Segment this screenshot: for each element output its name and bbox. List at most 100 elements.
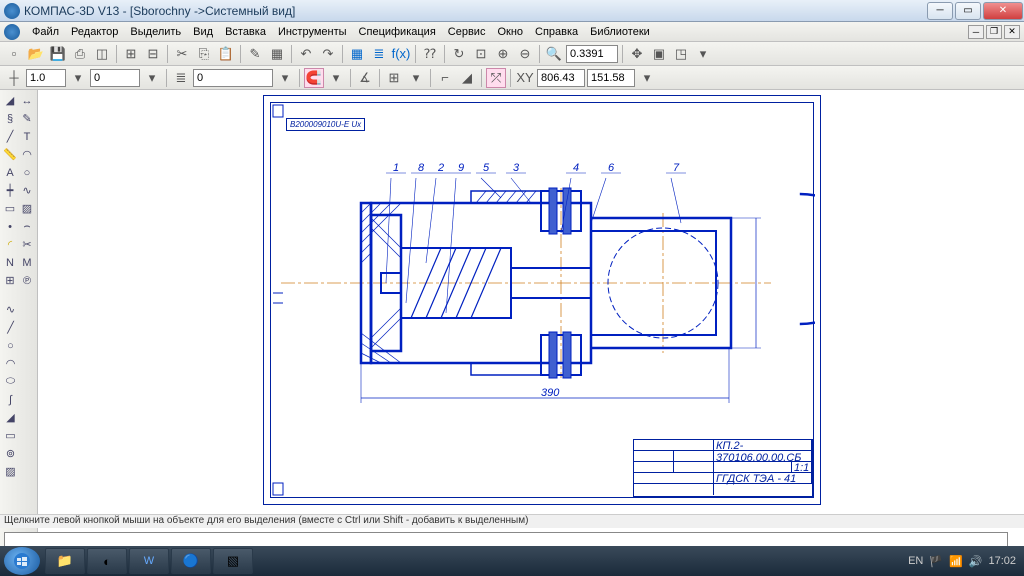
dropdown-icon[interactable]: ▾ [406,68,426,88]
dropdown-icon[interactable]: ▾ [326,68,346,88]
n-tool[interactable]: N [2,254,18,271]
tray-sound-icon[interactable]: 🔊 [969,555,983,568]
coord-y-input[interactable] [587,69,635,87]
arc2-tool[interactable]: ◠ [2,355,19,372]
library-tool[interactable]: ⊞ [2,272,18,289]
task-explorer[interactable]: 📁 [45,548,85,574]
preview-button[interactable]: ◫ [92,44,112,64]
menu-service[interactable]: Сервис [442,24,492,40]
local-cs-button[interactable]: ⤱ [486,68,506,88]
tray-clock[interactable]: 17:02 [988,555,1016,567]
param-tool[interactable]: ℗ [19,272,35,289]
rect2-tool[interactable]: ▭ [2,427,19,444]
task-app[interactable]: ▧ [213,548,253,574]
layer-icon[interactable]: ≣ [171,68,191,88]
chamfer-tool[interactable]: ◢ [2,409,19,426]
brush-button[interactable]: ✎ [245,44,265,64]
properties-button[interactable]: ▦ [267,44,287,64]
round-button[interactable]: ◢ [457,68,477,88]
minimize-button[interactable]: ─ [927,2,953,20]
lineweight-input[interactable] [26,69,66,87]
window-button[interactable]: ◳ [671,44,691,64]
refresh-icon[interactable]: ↻ [449,44,469,64]
angle-button[interactable]: ∡ [355,68,375,88]
segment-tool[interactable]: ╱ [2,319,19,336]
linetype-icon[interactable]: ┼ [4,68,24,88]
tray-network-icon[interactable]: 📶 [949,555,963,568]
menu-libs[interactable]: Библиотеки [584,24,656,40]
undo-button[interactable]: ↶ [296,44,316,64]
symbol-tool[interactable]: § [2,110,18,127]
help-pointer-button[interactable]: ⁇ [420,44,440,64]
print-button[interactable]: ⎙ [70,44,90,64]
measure-tool[interactable]: 📏 [2,146,18,163]
rect-tool[interactable]: ▭ [2,200,18,217]
grid-button[interactable]: ⊞ [384,68,404,88]
mdi-minimize-button[interactable]: ─ [968,25,984,39]
coord-x-input[interactable] [537,69,585,87]
mdi-restore-button[interactable]: ❐ [986,25,1002,39]
dim-tool[interactable]: ↔ [19,92,35,109]
a-tool[interactable]: A [2,164,18,181]
dropdown-icon[interactable]: ▾ [142,68,162,88]
menu-editor[interactable]: Редактор [65,24,124,40]
close-button[interactable]: ✕ [983,2,1023,20]
dropdown-icon[interactable]: ▾ [68,68,88,88]
dropdown-icon[interactable]: ▾ [693,44,713,64]
menu-file[interactable]: Файл [26,24,65,40]
contour-tool[interactable]: ▨ [2,463,19,480]
menu-select[interactable]: Выделить [124,24,187,40]
zoom-window-button[interactable]: ⊡ [471,44,491,64]
spline2-tool[interactable]: ∿ [2,301,19,318]
maximize-button[interactable]: ▭ [955,2,981,20]
line-tool[interactable]: ╱ [2,128,18,145]
zoom-button[interactable]: 🔍 [544,44,564,64]
zoom-out-button[interactable]: ⊖ [515,44,535,64]
menu-insert[interactable]: Вставка [219,24,272,40]
geometry-tool[interactable]: ◢ [2,92,18,109]
layers-button[interactable]: ≣ [369,44,389,64]
tray-lang[interactable]: EN [908,555,923,567]
save-button[interactable]: 💾 [48,44,68,64]
menu-tools[interactable]: Инструменты [272,24,353,40]
manager-button[interactable]: ⊞ [121,44,141,64]
hatch-tool[interactable]: ▨ [19,200,35,217]
layer-input[interactable] [193,69,273,87]
smooth-tool[interactable]: ⌢ [19,218,35,235]
drawing-canvas[interactable]: B200009010U-E Ux [38,90,1024,550]
circle-tool[interactable]: ○ [19,164,35,181]
cut-button[interactable]: ✂ [172,44,192,64]
dropdown-icon[interactable]: ▾ [637,68,657,88]
task-chrome[interactable]: 🔵 [171,548,211,574]
system-tray[interactable]: EN 🏴 📶 🔊 17:02 [908,555,1024,568]
dropdown-icon[interactable]: ▾ [275,68,295,88]
text-tool[interactable]: T [19,128,35,145]
pan-button[interactable]: ✥ [627,44,647,64]
m-tool[interactable]: M [19,254,35,271]
fit-button[interactable]: ▣ [649,44,669,64]
point-tool[interactable]: • [2,218,18,235]
start-button[interactable] [4,547,40,575]
fillet-tool[interactable]: ◜ [2,236,18,253]
zoom-in-button[interactable]: ⊕ [493,44,513,64]
arc-tool[interactable]: ◠ [19,146,35,163]
axis-tool[interactable]: ┿ [2,182,18,199]
mdi-close-button[interactable]: ✕ [1004,25,1020,39]
snap-button[interactable]: 🧲 [304,68,324,88]
redo-button[interactable]: ↷ [318,44,338,64]
ellipse-tool[interactable]: ⬭ [2,373,19,390]
menu-help[interactable]: Справка [529,24,584,40]
open-button[interactable]: 📂 [26,44,46,64]
tree-button[interactable]: ⊟ [143,44,163,64]
copy-button[interactable]: ⎘ [194,44,214,64]
task-word[interactable]: W [129,548,169,574]
circle2-tool[interactable]: ○ [2,337,19,354]
menu-spec[interactable]: Спецификация [353,24,442,40]
ortho-button[interactable]: ⌐ [435,68,455,88]
task-kompas[interactable]: ◐ [87,548,127,574]
paste-button[interactable]: 📋 [216,44,236,64]
bezier-tool[interactable]: ∫ [2,391,19,408]
menu-view[interactable]: Вид [187,24,219,40]
menu-window[interactable]: Окно [491,24,529,40]
zoom-input[interactable] [566,45,618,63]
